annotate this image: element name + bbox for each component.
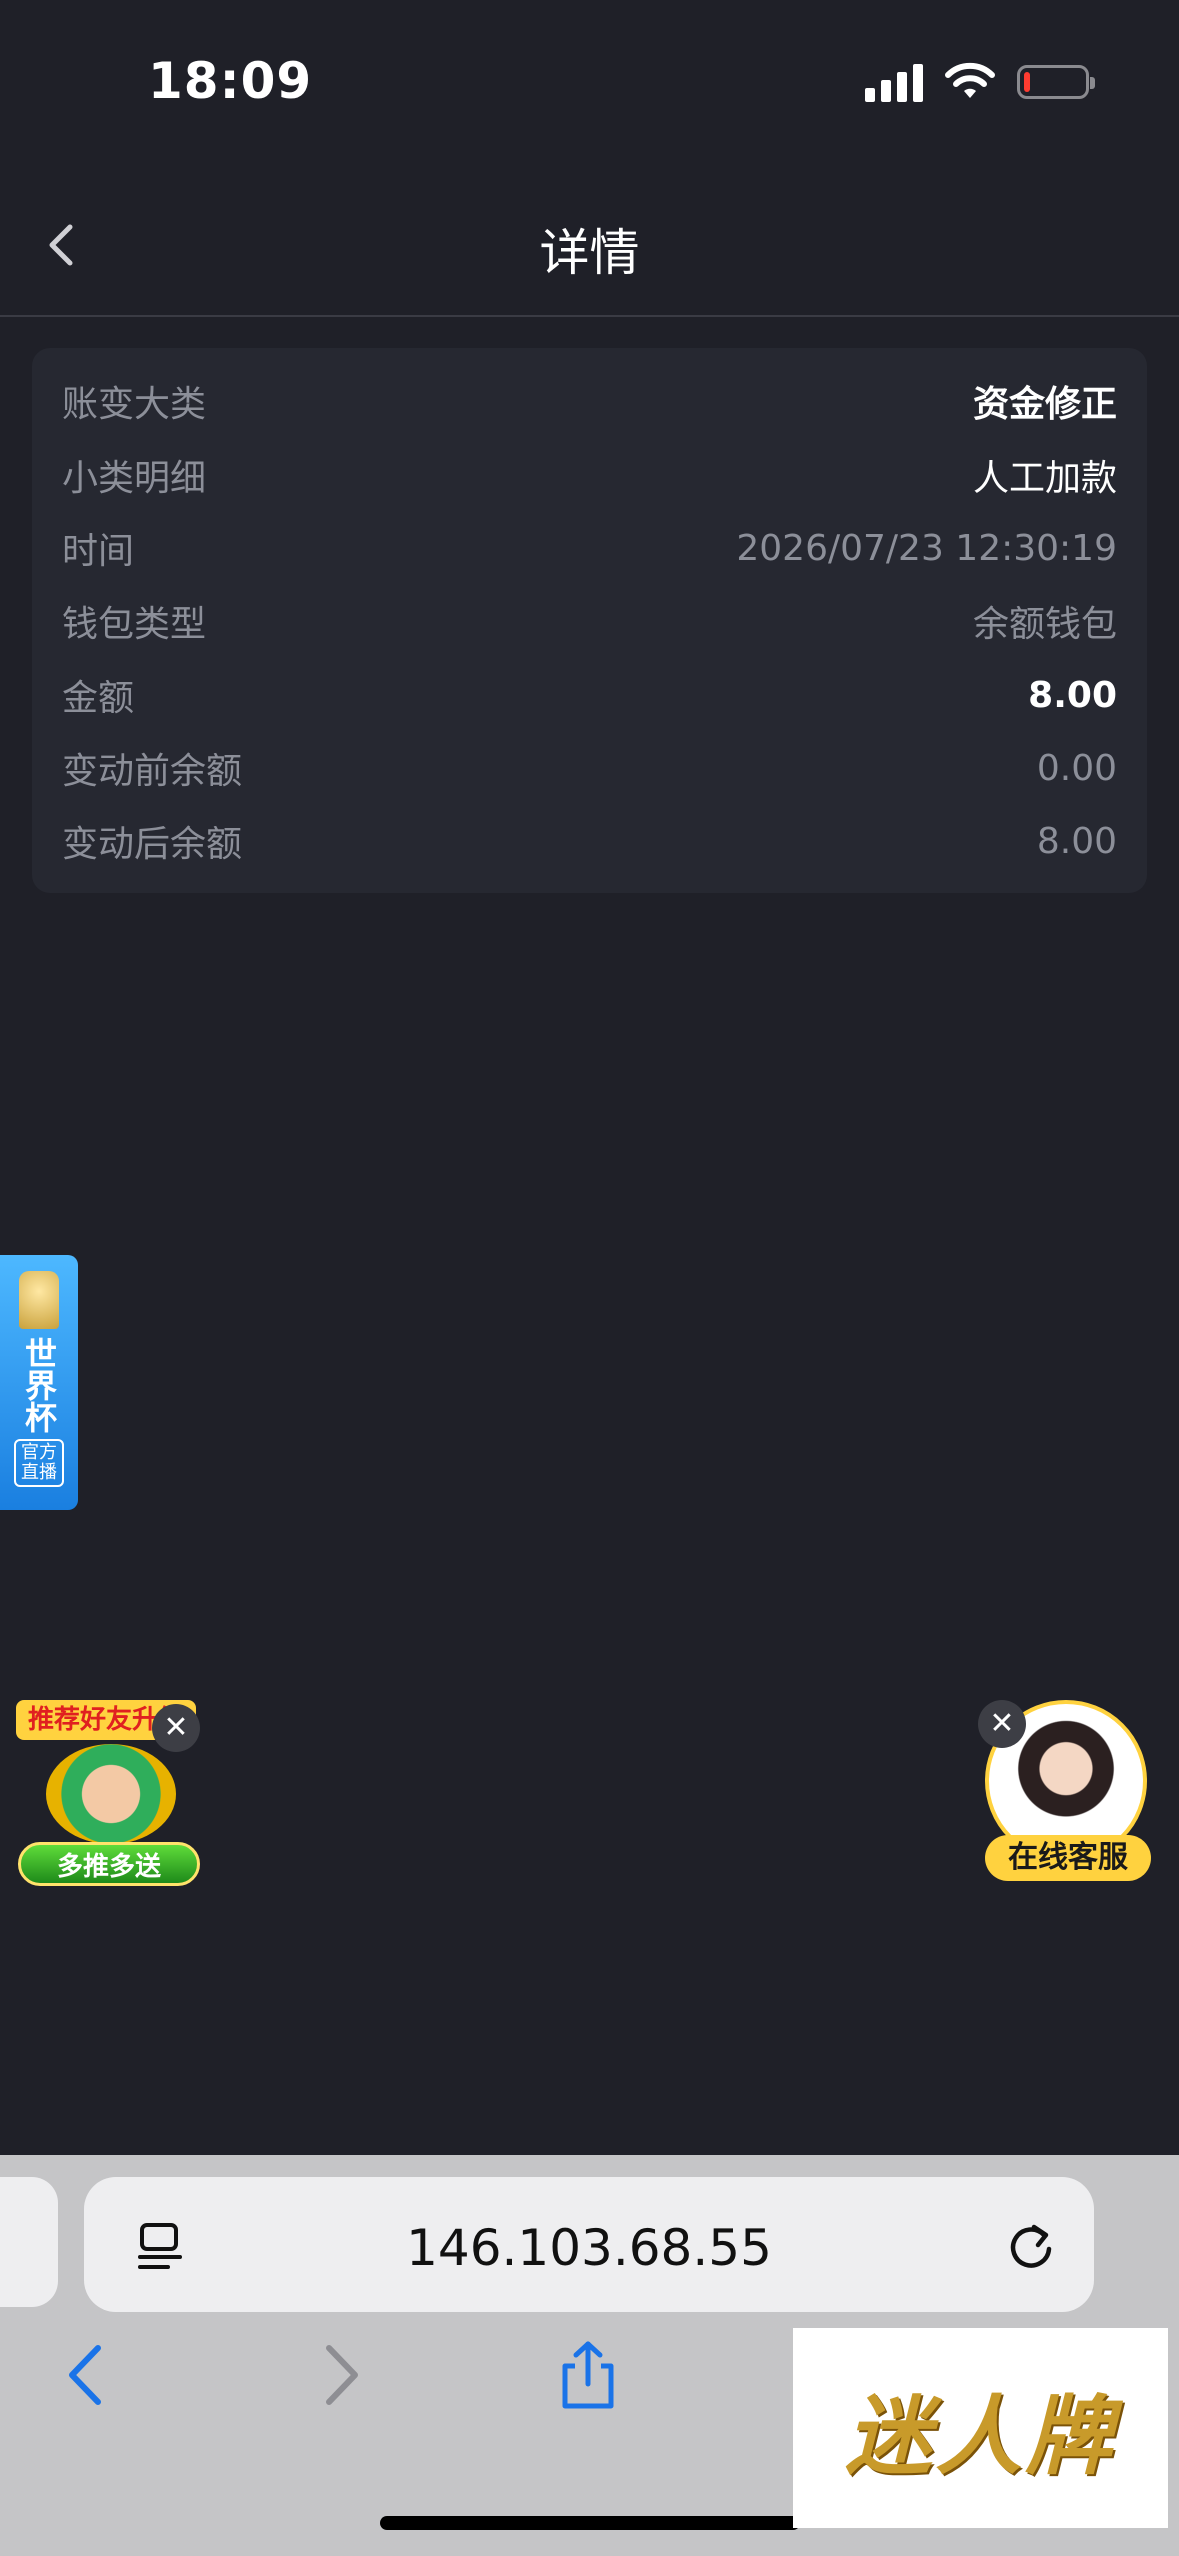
detail-row-amount: 金额 8.00 [62,665,1117,725]
previous-tab[interactable] [0,2177,58,2307]
detail-label: 时间 [62,531,135,572]
page-title: 详情 [539,224,640,282]
detail-row-time: 时间 2026/07/23 12:30:19 [62,518,1117,578]
detail-row-wallet-type: 钱包类型 余额钱包 [62,591,1117,651]
status-time: 18:09 [148,52,313,110]
service-close-button[interactable]: ✕ [978,1700,1026,1748]
detail-value: 人工加款 [972,458,1117,499]
detail-row-balance-before: 变动前余额 0.00 [62,738,1117,798]
detail-value: 2026/07/23 12:30:19 [736,527,1117,569]
detail-value: 8.00 [1028,674,1117,716]
referral-widget[interactable]: 推荐好友升级 多推多送 ✕ [16,1700,206,1890]
status-icons [865,62,1095,102]
nav-header: 详情 [0,175,1179,317]
detail-value: 0.00 [1036,747,1117,789]
customer-service-label: 在线客服 [985,1835,1151,1881]
referral-button[interactable]: 多推多送 [18,1842,200,1886]
detail-label: 钱包类型 [62,604,207,645]
detail-row-subcategory: 小类明细 人工加款 [62,445,1117,505]
detail-row-category: 账变大类 资金修正 [62,371,1117,431]
url-text: 146.103.68.55 [406,2219,772,2277]
world-cup-subtitle: 官方直播 [14,1439,64,1487]
detail-label: 变动前余额 [62,751,243,792]
detail-card: 账变大类 资金修正 小类明细 人工加款 时间 2026/07/23 12:30:… [32,348,1147,893]
reload-icon[interactable] [1004,2219,1058,2273]
world-cup-title: 世界杯 [20,1337,58,1433]
battery-icon [1017,65,1095,99]
close-icon: ✕ [989,1706,1015,1741]
detail-label: 变动后余额 [62,824,243,865]
watermark-logo: 迷人牌 [793,2328,1168,2528]
handshake-icon [46,1744,176,1844]
cellular-signal-icon [865,62,923,102]
detail-label: 金额 [62,678,135,719]
wifi-icon [945,62,995,98]
detail-label: 小类明细 [62,458,207,499]
browser-back-icon[interactable] [52,2340,122,2410]
share-icon[interactable] [553,2340,623,2410]
detail-value: 资金修正 [972,384,1117,425]
detail-value: 8.00 [1036,820,1117,862]
referral-close-button[interactable]: ✕ [152,1704,200,1752]
address-bar[interactable]: 146.103.68.55 [84,2177,1094,2312]
detail-row-balance-after: 变动后余额 8.00 [62,811,1117,871]
detail-label: 账变大类 [62,384,207,425]
watermark-text: 迷人牌 [845,2386,1116,2487]
trophy-icon [19,1271,59,1329]
close-icon: ✕ [163,1710,189,1745]
detail-value: 余额钱包 [972,604,1117,645]
browser-forward-icon[interactable] [305,2340,375,2410]
world-cup-banner[interactable]: 世界杯 官方直播 [0,1255,78,1510]
home-indicator [380,2516,800,2530]
status-bar: 18:09 [0,0,1179,175]
